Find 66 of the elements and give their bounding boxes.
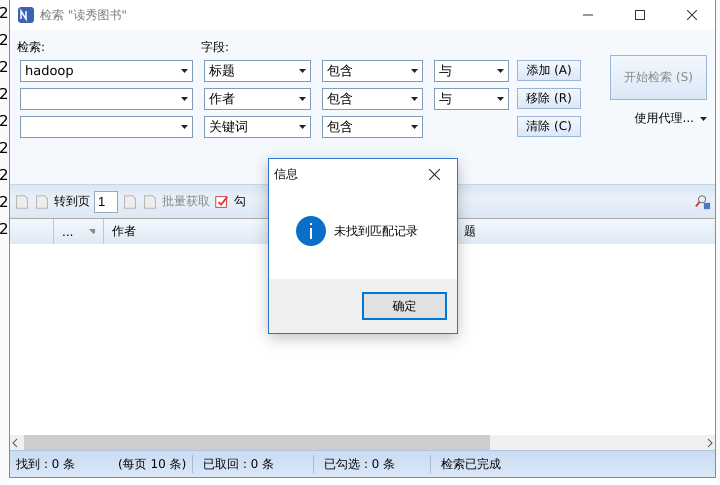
- caret-icon: [299, 97, 306, 101]
- go-to-page-label: 转到页: [54, 193, 90, 210]
- match-dropdown[interactable]: 包含: [322, 116, 423, 138]
- clear-search-icon[interactable]: [695, 192, 711, 210]
- caret-icon: [497, 97, 504, 101]
- logic-dropdown[interactable]: 与: [434, 88, 509, 110]
- search-term-field[interactable]: [20, 88, 193, 110]
- caret-icon: [299, 125, 306, 129]
- horizontal-scrollbar[interactable]: [10, 435, 715, 450]
- background-text: 2: [0, 111, 9, 132]
- batch-fetch-label: 批量获取: [162, 193, 210, 210]
- caret-icon: [181, 97, 188, 101]
- search-term-field[interactable]: [20, 116, 193, 138]
- caret-icon: [411, 69, 418, 73]
- proxy-menu-button[interactable]: 使用代理...: [634, 110, 707, 127]
- match-dropdown[interactable]: 包含: [322, 88, 423, 110]
- check-label: 勾: [234, 193, 246, 210]
- close-icon: [687, 10, 697, 20]
- background-text: 2: [0, 30, 9, 51]
- background-text: 2: [0, 192, 9, 213]
- window-title: 检索 "读秀图书": [40, 6, 128, 24]
- dialog-title: 信息: [274, 166, 298, 182]
- status-text: 已勾选 : 0 条: [323, 456, 396, 472]
- field-dropdown[interactable]: 标题: [204, 60, 311, 82]
- caret-icon: [411, 125, 418, 129]
- field-label: 字段:: [201, 40, 230, 54]
- scroll-left-icon[interactable]: [10, 438, 20, 448]
- field-dropdown[interactable]: 作者: [204, 88, 311, 110]
- dialog-message: 未找到匹配记录: [334, 222, 418, 240]
- close-icon: [428, 168, 440, 180]
- page-icon[interactable]: [14, 192, 30, 210]
- status-text: (每页 10 条): [117, 456, 188, 472]
- page-number-field[interactable]: 1: [94, 190, 118, 212]
- column-header[interactable]: ...: [53, 219, 103, 244]
- field-dropdown[interactable]: 关键词: [204, 116, 311, 138]
- background-text: 2: [0, 219, 9, 240]
- row-action-button[interactable]: 清除 (C): [517, 116, 581, 137]
- status-text: 检索已完成: [440, 456, 502, 472]
- background-text: 2: [0, 138, 9, 159]
- background-text: 2: [0, 165, 9, 186]
- app-logo-icon: [18, 7, 34, 23]
- search-label: 检索:: [17, 40, 46, 54]
- background-text: 2: [0, 84, 9, 105]
- status-text: 找到 : 0 条: [15, 456, 76, 472]
- caret-icon: [497, 69, 504, 73]
- caret-icon: [700, 116, 707, 120]
- caret-icon: [299, 69, 306, 73]
- row-action-button[interactable]: 添加 (A): [517, 60, 581, 81]
- maximize-icon: [635, 10, 645, 20]
- background-text: 2: [0, 57, 9, 78]
- scroll-right-icon[interactable]: [705, 438, 715, 448]
- page-icon[interactable]: [34, 192, 50, 210]
- ok-button[interactable]: 确定: [362, 292, 447, 320]
- search-term-field[interactable]: hadoop: [20, 60, 193, 82]
- caret-icon: [411, 97, 418, 101]
- logic-dropdown[interactable]: 与: [434, 60, 509, 82]
- status-text: 已取回 : 0 条: [202, 456, 276, 472]
- page-icon[interactable]: [142, 192, 158, 210]
- info-icon: [296, 216, 326, 246]
- caret-icon: [181, 69, 188, 73]
- caret-icon: [181, 125, 188, 129]
- row-action-button[interactable]: 移除 (R): [517, 88, 581, 109]
- background-text: 2: [0, 3, 9, 24]
- sort-icon: [89, 229, 95, 234]
- page-icon[interactable]: [122, 192, 138, 210]
- match-dropdown[interactable]: 包含: [322, 60, 423, 82]
